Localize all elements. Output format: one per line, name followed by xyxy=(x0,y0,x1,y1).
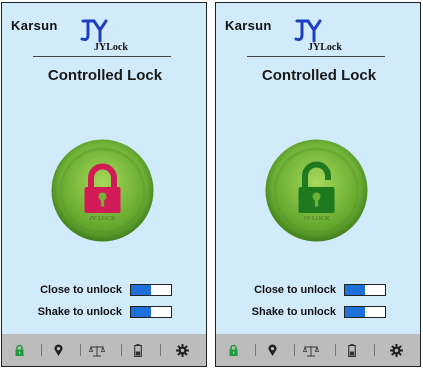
tab-separator xyxy=(294,344,295,356)
scale-icon xyxy=(89,345,105,356)
scale-icon xyxy=(303,345,319,356)
toggle-row-shake: Shake to unlock xyxy=(2,305,206,319)
tab-battery[interactable] xyxy=(128,334,148,366)
lock-badge: JY LOCK xyxy=(303,215,330,222)
jy-logo-icon xyxy=(80,19,108,43)
shake-to-unlock-toggle[interactable] xyxy=(130,306,172,318)
logo-text: JYLock xyxy=(94,42,128,53)
toggle-row-close: Close to unlock xyxy=(216,283,420,297)
logo-text: JYLock xyxy=(308,42,342,53)
location-pin-icon xyxy=(54,343,62,356)
tab-lock[interactable] xyxy=(223,334,243,366)
brand-name: Karsun xyxy=(225,18,272,33)
toggle-label: Shake to unlock xyxy=(37,306,122,318)
jy-logo-icon xyxy=(294,19,322,43)
tab-separator xyxy=(255,344,256,356)
battery-icon xyxy=(134,343,142,357)
tab-bar xyxy=(2,334,206,366)
toggle-row-shake: Shake to unlock xyxy=(216,305,420,319)
tab-separator xyxy=(335,344,336,356)
toggle-label: Shake to unlock xyxy=(251,306,336,318)
lock-icon xyxy=(15,344,23,356)
tab-settings[interactable] xyxy=(172,334,192,366)
page-title: Controlled Lock xyxy=(261,67,377,84)
toggle-label: Close to unlock xyxy=(40,284,122,296)
tab-separator xyxy=(80,344,81,356)
tab-settings[interactable] xyxy=(386,334,406,366)
lock-button[interactable] xyxy=(50,138,155,243)
tab-scale[interactable] xyxy=(301,334,321,366)
brand-name: Karsun xyxy=(11,18,58,33)
toggle-label: Close to unlock xyxy=(254,284,336,296)
tab-bar xyxy=(216,334,420,366)
page-title: Controlled Lock xyxy=(47,67,163,84)
header-divider xyxy=(247,56,385,57)
close-to-unlock-toggle[interactable] xyxy=(130,284,172,296)
phone-screen-locked: Karsun JYLock Controlled Lock JY LOCK Cl… xyxy=(1,2,207,367)
toggle-row-close: Close to unlock xyxy=(2,283,206,297)
phone-screen-unlocked: Karsun JYLock Controlled Lock JY LOCK Cl… xyxy=(215,2,421,367)
battery-icon xyxy=(348,343,356,357)
shake-to-unlock-toggle[interactable] xyxy=(344,306,386,318)
tab-scale[interactable] xyxy=(87,334,107,366)
header-divider xyxy=(33,56,171,57)
tab-location[interactable] xyxy=(262,334,282,366)
gear-icon xyxy=(389,343,403,357)
tab-separator xyxy=(41,344,42,356)
gear-icon xyxy=(175,343,189,357)
tab-location[interactable] xyxy=(48,334,68,366)
lock-icon xyxy=(229,344,237,356)
tab-lock[interactable] xyxy=(9,334,29,366)
close-to-unlock-toggle[interactable] xyxy=(344,284,386,296)
lock-badge: JY LOCK xyxy=(89,215,116,222)
location-pin-icon xyxy=(268,343,276,356)
tab-separator xyxy=(374,344,375,356)
tab-separator xyxy=(121,344,122,356)
tab-separator xyxy=(160,344,161,356)
tab-battery[interactable] xyxy=(342,334,362,366)
lock-button[interactable] xyxy=(264,138,369,243)
